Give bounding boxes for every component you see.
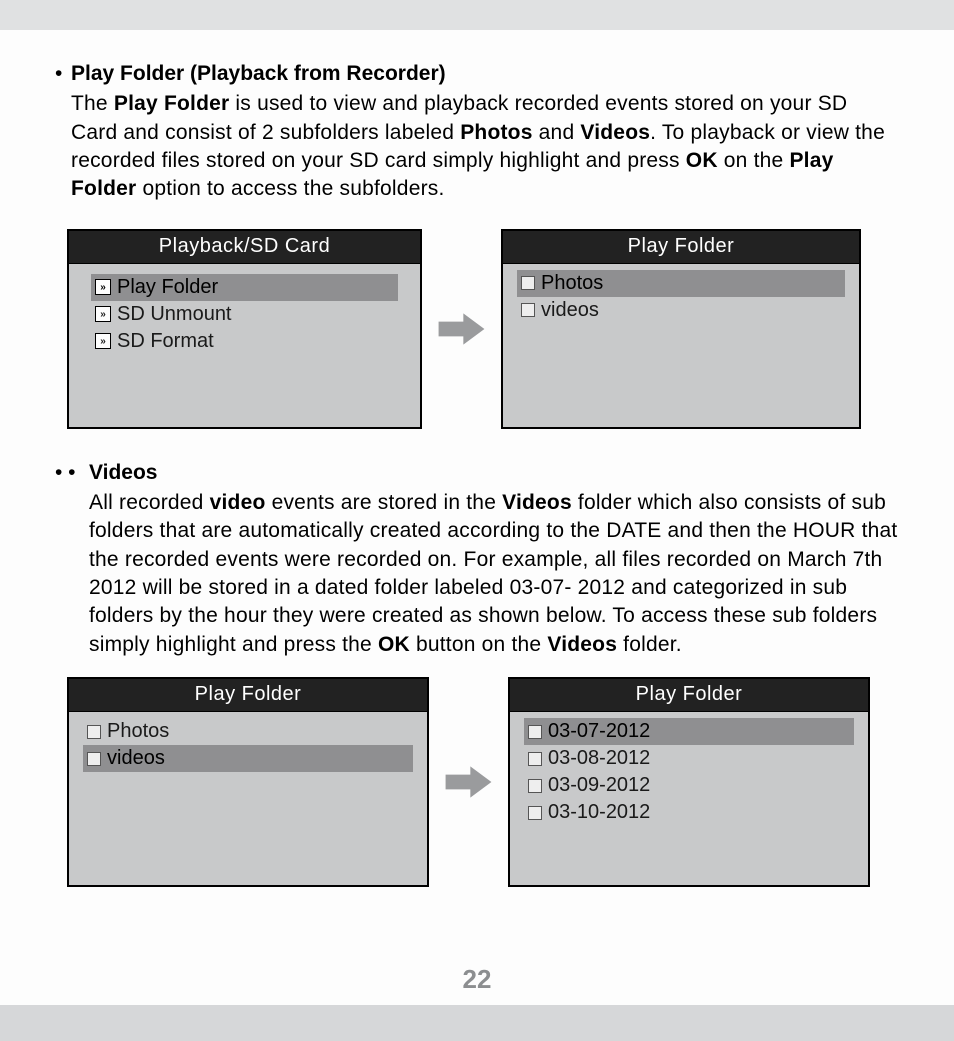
- list-item: » Play Folder: [91, 274, 398, 301]
- list-item-label: Photos: [541, 272, 603, 295]
- figure1-left-list: » Play Folder » SD Unmount » SD Format: [69, 264, 420, 365]
- bullet-icon: •: [55, 60, 71, 88]
- bullet-icon-double: • •: [55, 459, 89, 487]
- figure1-right-title: Play Folder: [503, 231, 859, 264]
- figure2-left-panel: Play Folder Photos videos: [67, 677, 429, 887]
- page-content: • Play Folder (Playback from Recorder) T…: [0, 30, 954, 887]
- list-item-label: videos: [107, 747, 165, 770]
- document-icon: [87, 725, 101, 739]
- figure2-row: Play Folder Photos videos Play Folder 03-…: [67, 677, 899, 887]
- figure1-right-panel: Play Folder Photos videos: [501, 229, 861, 429]
- document-icon: [528, 779, 542, 793]
- list-item-label: SD Unmount: [117, 303, 232, 326]
- list-item-label: Play Folder: [117, 276, 218, 299]
- figure1-left-panel: Playback/SD Card » Play Folder » SD Unmount…: [67, 229, 422, 429]
- section1-heading-row: • Play Folder (Playback from Recorder): [55, 60, 899, 88]
- arrow-right-icon: [441, 757, 496, 807]
- arrow-right-icon: [434, 304, 489, 354]
- list-item: Photos: [517, 270, 845, 297]
- list-item: videos: [517, 297, 845, 324]
- list-item-label: SD Format: [117, 330, 214, 353]
- list-item-label: 03-09-2012: [548, 774, 650, 797]
- document-icon: [528, 752, 542, 766]
- figure2-left-title: Play Folder: [69, 679, 427, 712]
- list-item: 03-10-2012: [524, 799, 854, 826]
- list-item-label: videos: [541, 299, 599, 322]
- page-number: 22: [0, 964, 954, 995]
- arrow-icon: »: [95, 279, 111, 295]
- document-icon: [521, 303, 535, 317]
- list-item: Photos: [83, 718, 413, 745]
- list-item: 03-08-2012: [524, 745, 854, 772]
- top-strip: [0, 0, 954, 30]
- manual-page: • Play Folder (Playback from Recorder) T…: [0, 0, 954, 1005]
- section2-body: All recorded video events are stored in …: [55, 489, 899, 659]
- list-item-label: 03-07-2012: [548, 720, 650, 743]
- list-item: » SD Unmount: [91, 301, 398, 328]
- figure2-right-list: 03-07-2012 03-08-2012 03-09-2012 03-10-2012: [510, 712, 868, 832]
- document-icon: [528, 725, 542, 739]
- list-item-label: 03-10-2012: [548, 801, 650, 824]
- figure2-right-panel: Play Folder 03-07-2012 03-08-2012 03-09-20…: [508, 677, 870, 887]
- list-item-label: 03-08-2012: [548, 747, 650, 770]
- list-item: » SD Format: [91, 328, 398, 355]
- list-item: videos: [83, 745, 413, 772]
- figure1-row: Playback/SD Card » Play Folder » SD Unmount…: [67, 229, 899, 429]
- figure1-left-title: Playback/SD Card: [69, 231, 420, 264]
- list-item: 03-09-2012: [524, 772, 854, 799]
- document-icon: [521, 276, 535, 290]
- document-icon: [87, 752, 101, 766]
- section1-body: The Play Folder is used to view and play…: [55, 90, 899, 203]
- document-icon: [528, 806, 542, 820]
- arrow-icon: »: [95, 333, 111, 349]
- list-item: 03-07-2012: [524, 718, 854, 745]
- arrow-icon: »: [95, 306, 111, 322]
- figure2-left-list: Photos videos: [69, 712, 427, 778]
- section2-heading: Videos: [89, 459, 157, 487]
- figure1-right-list: Photos videos: [503, 264, 859, 330]
- section2-heading-row: • • Videos: [55, 459, 899, 487]
- list-item-label: Photos: [107, 720, 169, 743]
- figure2-right-title: Play Folder: [510, 679, 868, 712]
- section1-heading: Play Folder (Playback from Recorder): [71, 60, 446, 88]
- bottom-strip: [0, 1005, 954, 1041]
